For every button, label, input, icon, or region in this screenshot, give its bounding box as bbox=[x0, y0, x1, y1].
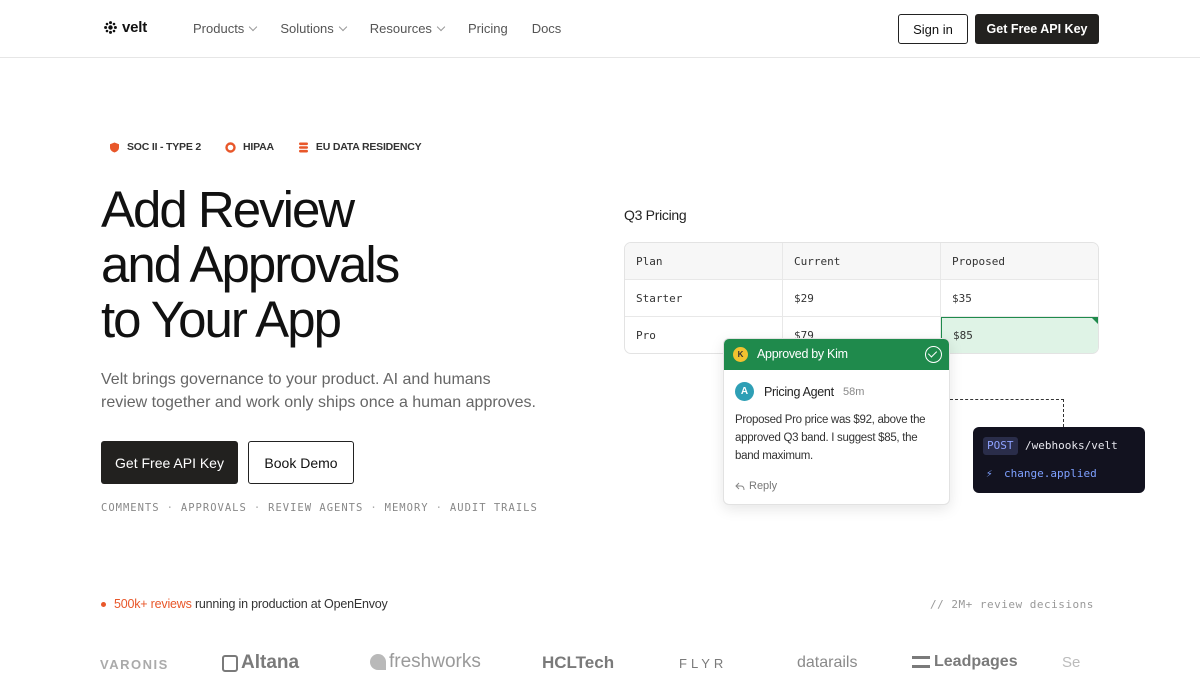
chevron-down-icon bbox=[249, 22, 258, 31]
feature-item: MEMORY bbox=[384, 502, 429, 514]
table-cell[interactable]: $29 bbox=[783, 280, 941, 317]
table-header-cell: Current bbox=[783, 243, 941, 280]
highlighted-cell-value: $85 bbox=[953, 329, 973, 342]
nav-pricing-label: Pricing bbox=[467, 21, 508, 36]
hero-title-line: to Your App bbox=[101, 291, 342, 348]
logo-datarails: datarails bbox=[797, 654, 858, 671]
chevron-down-icon bbox=[436, 22, 446, 31]
logo-freshworks-text: freshworks bbox=[389, 651, 481, 672]
table-header-cell: Plan bbox=[625, 243, 783, 280]
webhook-card: POST /webhooks/velt ⚡ change.applied bbox=[973, 427, 1145, 493]
logo-hcltech: HCLTech bbox=[542, 653, 615, 672]
altana-mark-icon bbox=[222, 654, 238, 672]
webhook-path: /webhooks/velt bbox=[1025, 439, 1118, 452]
nav-docs-label: Docs bbox=[531, 21, 562, 36]
nav-solutions-label: Solutions bbox=[280, 21, 334, 36]
nav-products[interactable]: Products bbox=[193, 21, 258, 36]
velt-logo-icon bbox=[104, 21, 117, 34]
reply-icon bbox=[735, 482, 745, 490]
leadpages-mark-icon bbox=[912, 656, 930, 668]
badge-soc2: SOC II - TYPE 2 bbox=[109, 141, 201, 153]
feature-separator: · bbox=[166, 502, 174, 514]
decisions-count: // 2M+ review decisions bbox=[930, 598, 1094, 611]
badge-soc2-label: SOC II - TYPE 2 bbox=[127, 141, 202, 153]
social-proof: 500k+ reviews running in production at O… bbox=[101, 597, 388, 611]
proof-text: running in production at OpenEnvoy bbox=[194, 597, 388, 611]
feature-item: APPROVALS bbox=[180, 502, 247, 514]
logo-altana: Altana bbox=[222, 652, 299, 674]
hero-title: Add Review and Approvals to Your App bbox=[101, 182, 501, 347]
brand-logo[interactable]: velt bbox=[104, 19, 147, 36]
chevron-down-icon bbox=[338, 22, 348, 31]
feature-separator: · bbox=[370, 502, 378, 514]
approval-header: K Approved by Kim bbox=[724, 339, 949, 370]
hero-title-line: and Approvals bbox=[101, 236, 400, 293]
brand-name: velt bbox=[122, 19, 148, 36]
proof-highlight: 500k+ reviews bbox=[114, 597, 192, 611]
hero-title-line: Add Review bbox=[101, 181, 355, 238]
status-dot-icon bbox=[101, 601, 106, 607]
get-api-key-button[interactable]: Get Free API Key bbox=[101, 441, 238, 484]
comment-marker-icon bbox=[1092, 318, 1098, 325]
logo-partial: Se bbox=[1062, 654, 1081, 671]
badge-eu: EU DATA RESIDENCY bbox=[298, 141, 422, 153]
highlighted-cell[interactable]: $85 bbox=[941, 317, 1098, 353]
table-cell[interactable]: $35 bbox=[941, 280, 1098, 317]
logo-leadpages: Leadpages bbox=[912, 653, 1018, 671]
table-row[interactable]: Starter $29 $35 bbox=[625, 280, 1098, 317]
top-nav: velt Products Solutions Resources Pricin… bbox=[0, 0, 1200, 58]
lightning-icon: ⚡ bbox=[986, 467, 993, 480]
nav-links: Products Solutions Resources Pricing Doc… bbox=[193, 21, 561, 36]
logo-freshworks: freshworks bbox=[370, 651, 481, 673]
nav-solutions[interactable]: Solutions bbox=[280, 21, 348, 36]
table-cell[interactable]: Starter bbox=[625, 280, 783, 317]
customer-logos: VARONIS Altana freshworks HCLTech FLYR d… bbox=[0, 648, 1200, 674]
database-icon bbox=[298, 142, 308, 152]
table-header-row: Plan Current Proposed bbox=[625, 243, 1098, 280]
pricing-card-title: Q3 Pricing bbox=[624, 207, 687, 223]
feature-separator: · bbox=[253, 502, 262, 514]
shield-icon bbox=[110, 142, 119, 152]
badge-hipaa-label: HIPAA bbox=[243, 141, 274, 153]
feature-item: COMMENTS bbox=[101, 502, 160, 514]
http-method-badge: POST bbox=[983, 437, 1018, 455]
logo-leadpages-text: Leadpages bbox=[934, 653, 1018, 670]
webhook-event: change.applied bbox=[1004, 467, 1097, 480]
agent-name: Pricing Agent bbox=[764, 385, 834, 399]
agent-avatar: A bbox=[735, 382, 754, 401]
freshworks-mark-icon bbox=[370, 654, 386, 670]
approval-status: Approved by Kim bbox=[757, 347, 848, 361]
hero-subtitle: Velt brings governance to your product. … bbox=[101, 371, 536, 411]
nav-products-label: Products bbox=[193, 21, 245, 36]
approval-card: K Approved by Kim A Pricing Agent 58m Pr… bbox=[723, 338, 950, 505]
get-api-key-nav-button[interactable]: Get Free API Key bbox=[975, 14, 1099, 44]
nav-pricing[interactable]: Pricing bbox=[468, 21, 508, 36]
avatar: K bbox=[733, 347, 748, 362]
reply-label: Reply bbox=[749, 480, 778, 492]
logo-flyr: FLYR bbox=[679, 656, 728, 671]
nav-resources[interactable]: Resources bbox=[369, 21, 446, 36]
badge-hipaa: HIPAA bbox=[225, 141, 274, 153]
comment-timestamp: 58m bbox=[843, 386, 865, 398]
ring-icon bbox=[225, 141, 236, 153]
connector-line bbox=[950, 399, 1064, 427]
logo-varonis: VARONIS bbox=[100, 657, 169, 672]
logo-altana-text: Altana bbox=[241, 652, 300, 673]
feature-item: AUDIT TRAILS bbox=[449, 502, 538, 514]
reply-button[interactable]: Reply bbox=[735, 480, 777, 492]
nav-resources-label: Resources bbox=[369, 21, 432, 36]
feature-item: REVIEW AGENTS bbox=[268, 502, 364, 514]
feature-list: COMMENTS · APPROVALS · REVIEW AGENTS · M… bbox=[101, 502, 538, 514]
check-circle-icon bbox=[925, 346, 942, 363]
comment-text: Proposed Pro price was $92, above the ap… bbox=[735, 414, 926, 462]
sign-in-button[interactable]: Sign in bbox=[898, 14, 968, 44]
table-header-cell: Proposed bbox=[952, 255, 1005, 268]
feature-separator: · bbox=[435, 502, 443, 514]
compliance-badges: SOC II - TYPE 2 HIPAA EU DATA RESIDENCY bbox=[109, 141, 422, 153]
badge-eu-label: EU DATA RESIDENCY bbox=[315, 141, 422, 153]
book-demo-button[interactable]: Book Demo bbox=[248, 441, 354, 484]
nav-docs[interactable]: Docs bbox=[532, 21, 562, 36]
